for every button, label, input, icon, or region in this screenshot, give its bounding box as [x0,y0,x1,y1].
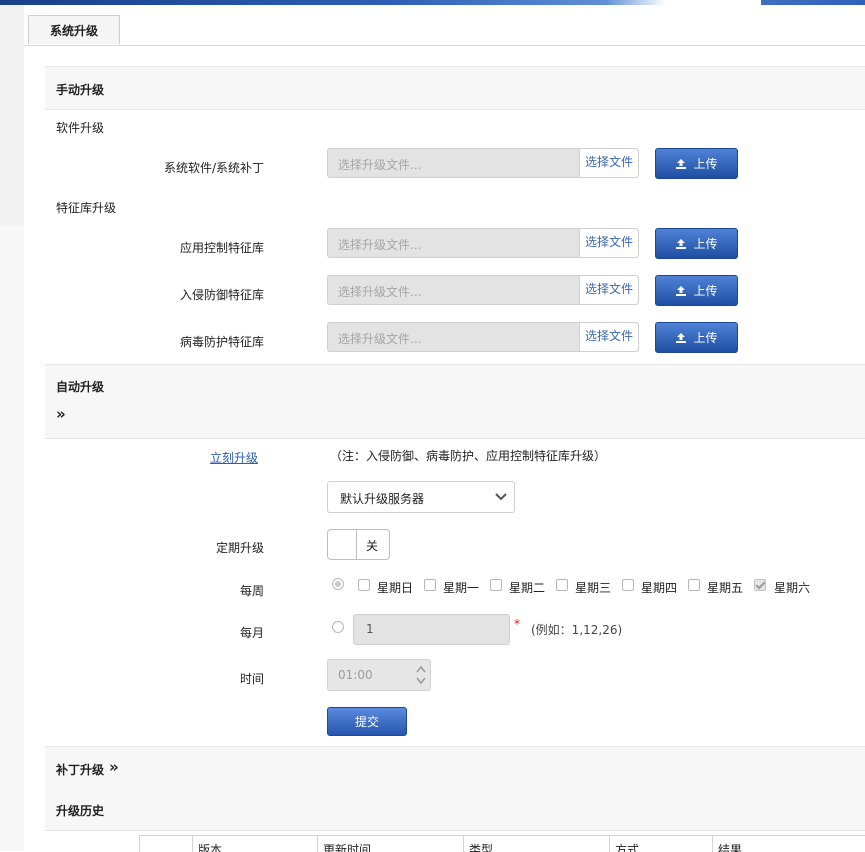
upload-label: 上传 [693,157,718,171]
tab-bar: 系统升级 [24,5,865,46]
time-label: 时间 [239,672,264,686]
column-header-version: 版本 [198,843,223,852]
column-header-type: 类型 [469,843,494,852]
day-checkbox-saturday[interactable] [754,579,766,591]
choose-file-button[interactable]: 选择文件 [579,276,638,304]
app-control-signature-label: 应用控制特征库 [179,241,264,255]
column-divider [712,836,713,852]
signature-upgrade-heading: 特征库升级 [56,201,117,215]
day-checkbox-sunday[interactable] [358,579,370,591]
column-header-update-time: 更新时间 [323,843,372,852]
upgrade-history-header: 升级历史 [45,788,865,831]
file-placeholder: 选择升级文件... [338,332,422,346]
day-label-friday: 星期五 [707,581,744,595]
manual-upgrade-header: 手动升级 [45,66,865,110]
upload-button[interactable]: 上传 [655,322,738,353]
time-input[interactable]: 01:00 [327,659,431,691]
day-label-sunday: 星期日 [377,581,414,595]
file-placeholder: 选择升级文件... [338,285,422,299]
column-header-result: 结果 [718,843,743,852]
upload-button[interactable]: 上传 [655,228,738,259]
monthly-hint: (例如：1,12,26) [531,623,623,637]
upgrade-history-title: 升级历史 [56,804,105,818]
upload-label: 上传 [693,284,718,298]
schedule-upgrade-label: 定期升级 [215,541,264,555]
column-divider [317,836,318,852]
column-divider [192,836,193,852]
day-label-saturday: 星期六 [774,581,811,595]
upload-icon [676,159,687,169]
column-divider [609,836,610,852]
antivirus-signature-label: 病毒防护特征库 [179,335,264,349]
upgrade-server-value: 默认升级服务器 [340,492,425,506]
upload-button[interactable]: 上传 [655,275,738,306]
required-mark: * [514,617,520,631]
day-label-tuesday: 星期二 [509,581,546,595]
submit-button[interactable]: 提交 [327,707,407,736]
choose-file-button[interactable]: 选择文件 [579,149,638,177]
day-checkbox-wednesday[interactable] [556,579,568,591]
column-divider [463,836,464,852]
auto-upgrade-header: 自动升级 » [45,364,865,439]
monthly-radio[interactable] [332,621,344,633]
upgrade-now-link[interactable]: 立刻升级 [210,449,258,466]
app-control-file-field[interactable]: 选择升级文件... 选择文件 [327,228,639,258]
day-checkbox-monday[interactable] [424,579,436,591]
day-checkbox-tuesday[interactable] [490,579,502,591]
time-value: 01:00 [338,668,373,682]
monthly-days-input[interactable]: 1 [353,614,510,645]
schedule-upgrade-toggle[interactable]: 关 [327,529,390,560]
system-software-file-field[interactable]: 选择升级文件... 选择文件 [327,148,639,178]
antivirus-file-field[interactable]: 选择升级文件... 选择文件 [327,322,639,352]
system-software-label: 系统软件/系统补丁 [163,161,264,175]
manual-upgrade-title: 手动升级 [56,83,105,97]
upload-icon [676,239,687,249]
day-label-thursday: 星期四 [641,581,678,595]
spinner-arrows-icon[interactable] [415,663,427,687]
monthly-days-value: 1 [366,622,374,636]
day-checkbox-thursday[interactable] [622,579,634,591]
upload-button[interactable]: 上传 [655,148,738,179]
upload-label: 上传 [693,331,718,345]
upgrade-note: （注：入侵防御、病毒防护、应用控制特征库升级） [330,449,607,463]
day-label-wednesday: 星期三 [575,581,612,595]
day-label-monday: 星期一 [443,581,480,595]
auto-upgrade-expand-icon[interactable]: » [56,405,66,423]
choose-file-button[interactable]: 选择文件 [579,229,638,257]
upgrade-server-select[interactable]: 默认升级服务器 [327,481,515,513]
left-sidebar-strip-lower [0,225,24,851]
intrusion-prevention-file-field[interactable]: 选择升级文件... 选择文件 [327,275,639,305]
file-placeholder: 选择升级文件... [338,158,422,172]
weekly-radio[interactable] [332,578,344,590]
file-placeholder: 选择升级文件... [338,238,422,252]
toggle-state-label: 关 [366,539,379,553]
day-checkbox-friday[interactable] [688,579,700,591]
monthly-label: 每月 [239,626,264,640]
tab-system-upgrade[interactable]: 系统升级 [28,15,120,45]
patch-upgrade-title: 补丁升级 [56,763,105,777]
weekly-label: 每周 [239,584,264,598]
choose-file-button[interactable]: 选择文件 [579,323,638,351]
chevron-down-icon [495,493,507,501]
patch-upgrade-expand-icon[interactable]: » [109,758,119,776]
software-upgrade-heading: 软件升级 [56,121,105,135]
upload-icon [676,333,687,343]
patch-upgrade-header[interactable]: 补丁升级 » [45,746,865,790]
upload-label: 上传 [693,237,718,251]
column-header-method: 方式 [615,843,640,852]
auto-upgrade-title: 自动升级 [56,380,105,394]
intrusion-prevention-signature-label: 入侵防御特征库 [179,288,264,302]
toggle-knob [328,530,357,559]
upload-icon [676,286,687,296]
upgrade-history-table: 版本 更新时间 类型 方式 结果 [139,835,865,852]
